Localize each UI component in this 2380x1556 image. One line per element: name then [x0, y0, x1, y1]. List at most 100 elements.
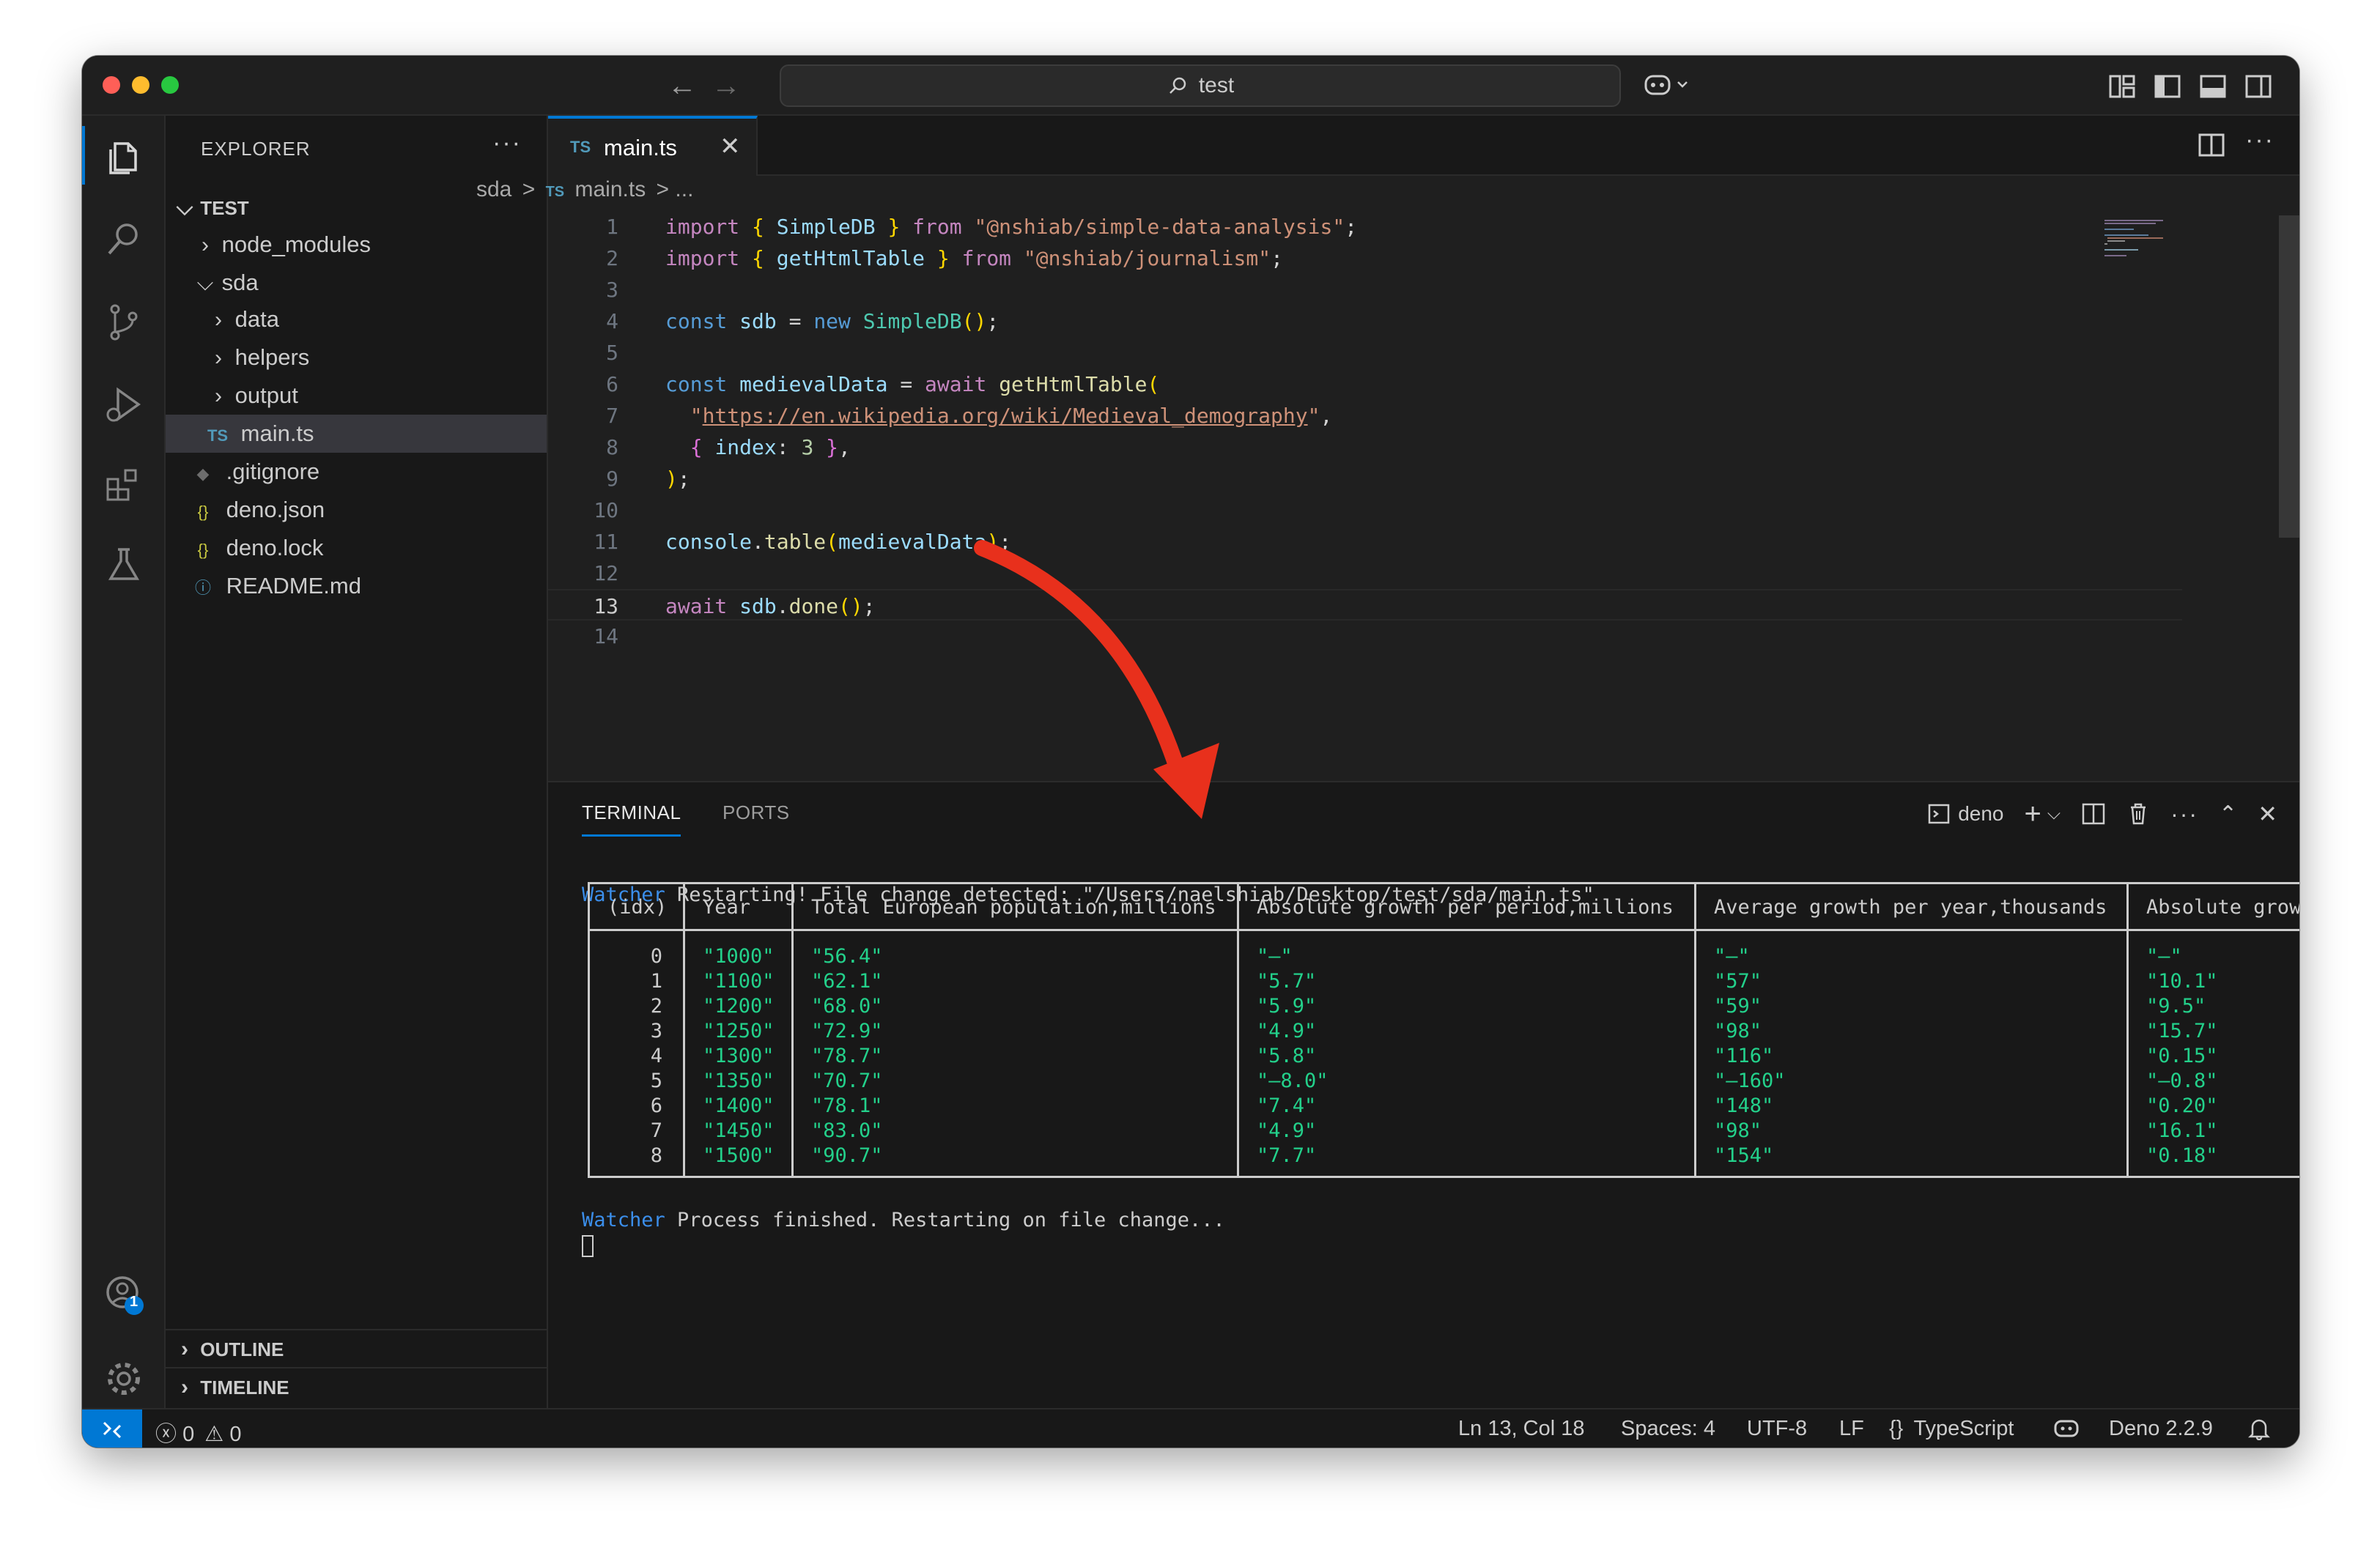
split-terminal-icon[interactable] — [2081, 801, 2106, 826]
outline-section[interactable]: › OUTLINE — [166, 1329, 547, 1367]
more-actions-icon[interactable]: ··· — [492, 129, 522, 158]
tree-item-output[interactable]: › output — [166, 377, 547, 415]
table-cell: "57" — [1714, 970, 1762, 993]
table-header: Year — [685, 884, 791, 931]
copilot-status-icon[interactable] — [2053, 1417, 2080, 1445]
chevron-down-icon: ⌵ — [176, 196, 193, 220]
maximize-window-button[interactable] — [161, 76, 179, 94]
new-terminal-icon[interactable]: + — [2025, 798, 2041, 831]
testing-icon[interactable] — [100, 541, 147, 588]
extensions-icon[interactable] — [100, 462, 147, 508]
command-center-search[interactable]: test — [780, 64, 1621, 107]
search-icon[interactable] — [100, 215, 147, 262]
table-cell: "15.7" — [2146, 1020, 2218, 1042]
tree-item-helpers[interactable]: › helpers — [166, 338, 547, 377]
arrow-right-icon[interactable]: → — [708, 67, 744, 104]
tree-item-node-modules[interactable]: › node_modules — [166, 226, 547, 264]
console-table: (idx) 012345678 Year "1000" "1100" "1200" "… — [588, 882, 2299, 1178]
table-cell: "5.7" — [1257, 970, 1317, 993]
table-cell: "56.4" — [811, 945, 883, 968]
code-editor[interactable]: 1 import { SimpleDB } from "@nshiab/simpl… — [548, 211, 2299, 782]
notifications-bell-icon[interactable] — [2247, 1417, 2271, 1446]
error-icon: ⓧ — [155, 1423, 177, 1446]
tree-item-gitignore[interactable]: ◆ .gitignore — [166, 453, 547, 491]
arrow-left-icon[interactable]: ← — [664, 67, 701, 104]
timeline-section[interactable]: › TIMELINE — [166, 1367, 547, 1405]
cursor-position[interactable]: Ln 13, Col 18 — [1458, 1417, 1585, 1441]
tab-terminal[interactable]: TERMINAL — [582, 801, 681, 837]
manage-gear-icon[interactable] — [100, 1355, 147, 1402]
indentation[interactable]: Spaces: 4 — [1621, 1417, 1715, 1441]
table-cell: 0 — [650, 945, 662, 968]
chevron-down-icon: ⌵ — [196, 271, 214, 295]
table-cell: "0.20" — [2146, 1094, 2218, 1117]
accounts-icon[interactable]: 1 — [100, 1270, 147, 1317]
more-actions-icon[interactable]: ··· — [2170, 801, 2198, 828]
tree-item-main-ts[interactable]: TS main.ts — [166, 415, 547, 453]
info-file-icon: ⓘ — [194, 579, 211, 597]
breadcrumb-file[interactable]: main.ts — [571, 177, 646, 201]
table-column-idx: (idx) 0123 4 5678 — [590, 884, 685, 1176]
panel-actions: deno + ⌵ ··· ⌃ ✕ — [1927, 796, 2277, 832]
minimap[interactable] — [2104, 217, 2192, 261]
table-cell: "1250" — [703, 1020, 775, 1042]
table-cell: "16.1" — [2146, 1119, 2218, 1142]
code-line: 4 const sdb = new SimpleDB(); — [606, 309, 999, 333]
chevron-right-icon: › — [202, 233, 209, 257]
toggle-primary-sidebar-icon[interactable] — [2151, 70, 2184, 103]
tree-item-deno-json[interactable]: {} deno.json — [166, 491, 547, 529]
table-cell: "7.4" — [1257, 1094, 1317, 1117]
table-header: Average growth per year,thousands — [1696, 884, 2126, 931]
source-control-icon[interactable] — [100, 299, 147, 346]
toggle-secondary-sidebar-icon[interactable] — [2242, 70, 2274, 103]
customize-layout-icon[interactable] — [2106, 70, 2138, 103]
close-panel-icon[interactable]: ✕ — [2258, 800, 2277, 828]
code-line: 11 console.table(medievalData); — [594, 530, 1012, 554]
tab-label: main.ts — [604, 135, 677, 160]
table-cell: "1350" — [703, 1070, 775, 1092]
table-cell: "78.7" — [811, 1045, 883, 1067]
tree-item-deno-lock[interactable]: {} deno.lock — [166, 529, 547, 567]
close-window-button[interactable] — [103, 76, 120, 94]
line-ending[interactable]: LF — [1839, 1417, 1864, 1441]
tree-item-data[interactable]: › data — [166, 300, 547, 338]
toggle-panel-icon[interactable] — [2197, 70, 2229, 103]
maximize-panel-icon[interactable]: ⌃ — [2219, 801, 2237, 827]
table-column-year: Year "1000" "1100" "1200" "1250" "1300" "1350… — [685, 884, 794, 1176]
table-cell: "7.7" — [1257, 1144, 1317, 1167]
tree-item-readme[interactable]: ⓘ README.md — [166, 567, 547, 605]
table-cell: "62.1" — [811, 970, 883, 993]
explorer-icon[interactable] — [100, 133, 147, 180]
tab-main-ts[interactable]: TS main.ts ✕ — [548, 116, 758, 176]
table-column-population: Total European population,millions "56.4… — [794, 884, 1239, 1176]
chevron-down-icon[interactable]: ⌵ — [2047, 804, 2061, 824]
run-and-debug-icon[interactable] — [100, 381, 147, 428]
close-icon[interactable]: ✕ — [720, 132, 741, 161]
table-cell: 2 — [650, 995, 662, 1018]
table-cell: "1450" — [703, 1119, 775, 1142]
table-cell: "–" — [1257, 945, 1293, 968]
problems-indicator[interactable]: ⓧ 0 ⚠ 0 — [155, 1417, 241, 1448]
editor-more-actions-icon[interactable]: ··· — [2245, 126, 2274, 155]
table-header: Absolute growth per period,millions — [1239, 884, 1694, 931]
code-line: 6 const medievalData = await getHtmlTable… — [606, 372, 1160, 396]
encoding[interactable]: UTF-8 — [1747, 1417, 1807, 1441]
terminal-instance[interactable]: deno — [1927, 802, 2004, 826]
remote-indicator[interactable] — [82, 1409, 142, 1448]
code-line: 3 — [606, 278, 618, 302]
trash-icon[interactable] — [2126, 801, 2150, 826]
breadcrumb-folder[interactable]: sda — [476, 177, 511, 201]
copilot-icon[interactable] — [1643, 69, 1688, 101]
table-cell: "0.15" — [2146, 1045, 2218, 1067]
deno-version[interactable]: Deno 2.2.9 — [2109, 1417, 2213, 1441]
language-mode[interactable]: {} TypeScript — [1889, 1417, 2014, 1441]
tree-item-sda[interactable]: ⌵ sda — [166, 264, 547, 302]
tab-ports[interactable]: PORTS — [722, 801, 790, 824]
table-cell: 6 — [650, 1094, 662, 1117]
table-header: Total European population,millions — [794, 884, 1237, 931]
minimize-window-button[interactable] — [132, 76, 149, 94]
editor-scrollbar[interactable] — [2279, 215, 2299, 538]
split-editor-icon[interactable] — [2197, 130, 2226, 163]
table-cell: 4 — [650, 1045, 662, 1067]
search-icon — [1169, 77, 1186, 94]
